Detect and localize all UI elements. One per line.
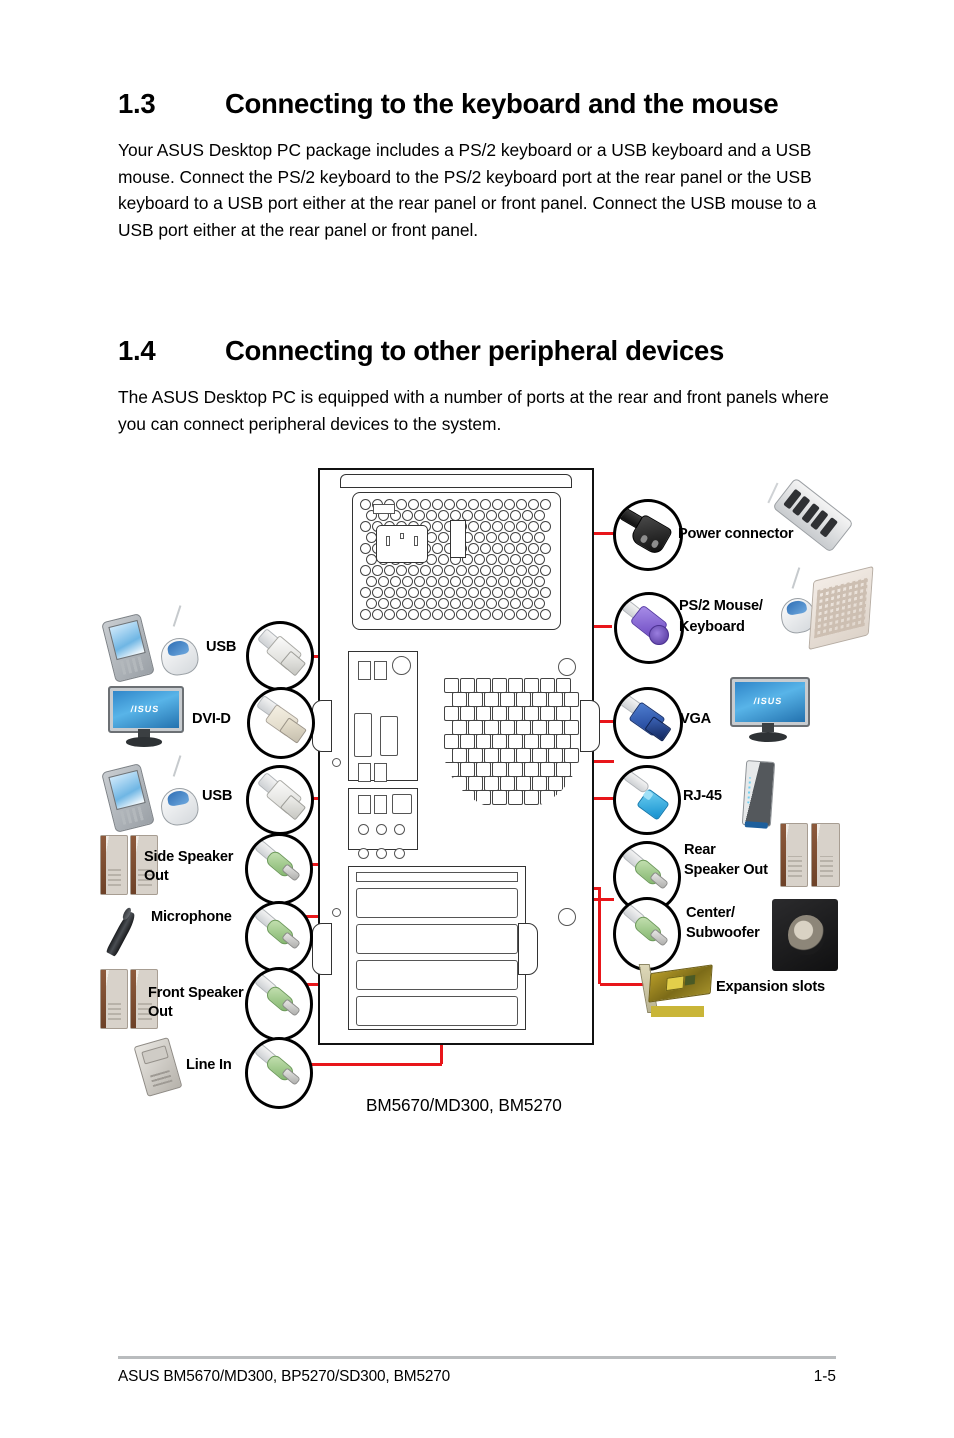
ps2-port bbox=[392, 656, 411, 675]
audio-jack-icon-side bbox=[245, 833, 313, 905]
keyboard-device bbox=[808, 565, 874, 651]
section-1-4-heading: 1.4 Connecting to other peripheral devic… bbox=[118, 335, 838, 367]
footer-page-number: 1-5 bbox=[813, 1368, 836, 1385]
thumbscrew-1 bbox=[332, 758, 341, 767]
psu-switch bbox=[450, 520, 466, 558]
audio-jack-5 bbox=[376, 848, 387, 859]
audio-jack-2 bbox=[376, 824, 387, 835]
subwoofer-device bbox=[772, 899, 838, 971]
label-rear-speaker-line2: Speaker Out bbox=[684, 862, 768, 878]
expansion-slot-4 bbox=[356, 996, 518, 1026]
thumbscrew-4 bbox=[558, 908, 576, 926]
section-1-3-number: 1.3 bbox=[118, 88, 156, 119]
thumbscrew-2 bbox=[332, 908, 341, 917]
label-line-in: Line In bbox=[186, 1057, 232, 1073]
rj45-port bbox=[392, 794, 412, 814]
audio-jack-4 bbox=[358, 848, 369, 859]
pda-device-1 bbox=[101, 613, 155, 683]
section-1-4-title: Connecting to other peripheral devices bbox=[225, 335, 724, 366]
audio-jack-1 bbox=[358, 824, 369, 835]
section-1-3: 1.3 Connecting to the keyboard and the m… bbox=[118, 88, 838, 243]
footer-rule bbox=[118, 1356, 836, 1359]
microphone-device bbox=[104, 907, 146, 963]
audio-jack-icon-line-in bbox=[245, 1037, 313, 1109]
audio-jack-icon-mic bbox=[245, 901, 313, 973]
section-1-3-heading: 1.3 Connecting to the keyboard and the m… bbox=[118, 88, 838, 120]
vga-port bbox=[380, 716, 398, 756]
usb-port-6 bbox=[374, 795, 387, 814]
vga-connector-icon bbox=[613, 687, 683, 759]
thumbscrew-3 bbox=[558, 658, 576, 676]
usb-connector-icon-top bbox=[246, 621, 314, 691]
desktop-chassis-rear bbox=[312, 468, 600, 1045]
label-center-sub-line1: Center/ bbox=[686, 905, 735, 921]
dvi-connector-icon bbox=[247, 687, 315, 759]
section-1-3-title: Connecting to the keyboard and the mouse bbox=[225, 88, 779, 119]
stereo-speakers-device-3 bbox=[780, 823, 840, 887]
mouse-device-2 bbox=[155, 755, 201, 828]
mouse-device-1 bbox=[155, 605, 201, 678]
audio-jack-6 bbox=[394, 848, 405, 859]
usb-connector-icon-bottom bbox=[246, 765, 314, 835]
power-inlet-pin-l bbox=[386, 536, 390, 546]
label-vga: VGA bbox=[680, 711, 712, 727]
power-connector-icon bbox=[613, 499, 683, 571]
callout-line-expansion bbox=[600, 983, 648, 986]
callout-line-line-in bbox=[296, 1063, 442, 1066]
usb-port-3 bbox=[358, 763, 371, 782]
manual-page: 1.3 Connecting to the keyboard and the m… bbox=[0, 0, 954, 1438]
label-rear-speaker-line1: Rear bbox=[684, 842, 716, 858]
callout-line-expansion-v bbox=[598, 887, 601, 984]
section-1-4-number: 1.4 bbox=[118, 335, 156, 366]
slot-rail bbox=[356, 872, 518, 882]
lcd-monitor-device-2: /ISUS bbox=[730, 677, 810, 743]
label-dvi-d: DVI-D bbox=[192, 711, 231, 727]
audio-jack-icon-front bbox=[245, 967, 313, 1041]
label-ps2-line2: Keyboard bbox=[679, 619, 745, 635]
section-1-3-body: Your ASUS Desktop PC package includes a … bbox=[118, 140, 817, 240]
chassis-handle-left-2 bbox=[312, 923, 332, 975]
label-expansion-slots: Expansion slots bbox=[716, 979, 825, 995]
chassis-handle-left bbox=[312, 700, 332, 752]
label-ps2-line1: PS/2 Mouse/ bbox=[679, 598, 763, 614]
label-microphone: Microphone bbox=[151, 909, 232, 925]
expansion-card-device bbox=[638, 960, 714, 1017]
usb-port-4 bbox=[374, 763, 387, 782]
usb-port-5 bbox=[358, 795, 371, 814]
label-side-speaker-out: Side Speaker Out bbox=[144, 849, 234, 884]
dvi-d-port bbox=[354, 713, 372, 757]
chassis-handle-right-2 bbox=[518, 923, 538, 975]
diagram-caption: BM5670/MD300, BM5270 bbox=[366, 1095, 562, 1115]
section-1-4: 1.4 Connecting to other peripheral devic… bbox=[118, 335, 838, 437]
usb-port-1 bbox=[358, 661, 371, 680]
footer-product-line: ASUS BM5670/MD300, BP5270/SD300, BM5270 bbox=[118, 1368, 451, 1385]
label-front-speaker-out: Front Speaker Out bbox=[148, 985, 244, 1020]
chassis-handle-right bbox=[580, 700, 600, 752]
chassis-fan-vent bbox=[442, 676, 582, 811]
power-inlet-pin-c bbox=[400, 533, 404, 539]
section-1-4-body: The ASUS Desktop PC is equipped with a n… bbox=[118, 387, 829, 434]
power-inlet bbox=[376, 525, 428, 563]
expansion-slot-3 bbox=[356, 960, 518, 990]
label-center-sub-line2: Subwoofer bbox=[686, 925, 760, 941]
chassis-top-lip bbox=[340, 474, 572, 488]
network-router-device bbox=[733, 760, 781, 830]
rear-panel-diagram: USB /ISUS DVI-D USB Side Speaker Out Mic… bbox=[0, 455, 954, 1135]
label-usb-bottom: USB bbox=[202, 788, 233, 804]
power-strip-device bbox=[765, 477, 857, 553]
label-usb-top: USB bbox=[206, 639, 237, 655]
expansion-slot-2 bbox=[356, 924, 518, 954]
expansion-slot-1 bbox=[356, 888, 518, 918]
psu-label-plate bbox=[373, 504, 395, 514]
usb-port-2 bbox=[374, 661, 387, 680]
label-rj45: RJ-45 bbox=[683, 788, 722, 804]
audio-recorder-device bbox=[133, 1037, 183, 1097]
power-inlet-pin-r bbox=[414, 536, 418, 546]
lcd-monitor-device-1: /ISUS bbox=[108, 686, 184, 748]
audio-jack-3 bbox=[394, 824, 405, 835]
pda-device-2 bbox=[101, 763, 155, 833]
rj45-connector-icon bbox=[613, 765, 681, 835]
ps2-connector-icon bbox=[614, 592, 684, 664]
